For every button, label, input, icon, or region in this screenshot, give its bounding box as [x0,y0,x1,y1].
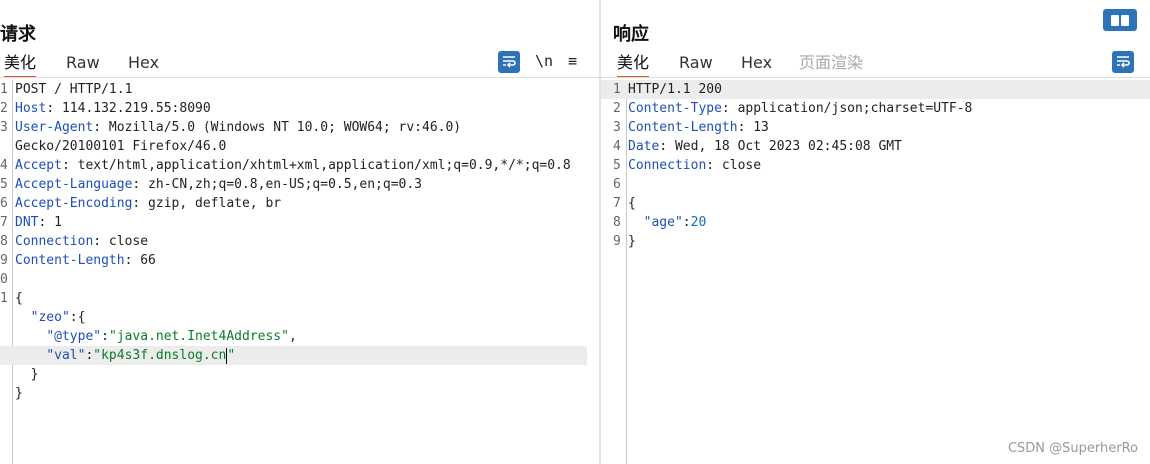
code-line: } [15,386,23,401]
request-tab-border [0,77,599,78]
code-line-current: "val":"kp4s3f.dnslog.cn" [0,346,587,365]
code-line: "@type":"java.net.Inet4Address", [46,329,297,344]
wrap-icon[interactable] [1112,51,1134,73]
code-line: 4 Accept: text/html,application/xhtml+xml… [0,158,571,173]
tab-response-render[interactable]: 页面渲染 [799,50,863,76]
code-line-current: 1 HTTP/1.1 200 [601,80,1150,99]
response-tab-border [601,77,1150,78]
code-line: 0 [0,272,8,287]
code-line: 3 Content-Length: 13 [613,120,769,135]
tab-response-hex[interactable]: Hex [741,50,772,76]
code-line: Gecko/20100101 Firefox/46.0 [15,139,227,154]
code-line: 9 Content-Length: 66 [0,253,156,268]
code-line: 1{ [0,291,23,306]
split-layout-icon[interactable] [1103,9,1137,31]
code-line: 7{ [613,196,636,211]
tab-response-pretty[interactable]: 美化 [617,50,650,78]
code-line: 6 Accept-Encoding: gzip, deflate, br [0,196,282,211]
tab-request-pretty[interactable]: 美化 [4,50,37,78]
code-line: 8 Connection: close [0,234,149,249]
response-editor[interactable]: 1 HTTP/1.1 200 2 Content-Type: application… [601,80,1150,464]
code-line: 9} [613,234,636,249]
request-title: 请求 [0,24,36,45]
code-line: 5 Accept-Language: zh-CN,zh;q=0.8,en-US;q… [0,177,422,192]
code-line: 1 POST / HTTP/1.1 [0,82,133,97]
newline-icon[interactable]: \n [535,52,553,70]
wrap-icon[interactable] [498,51,520,73]
watermark: CSDN @SuperherRo [1007,441,1138,456]
code-line: } [30,367,39,382]
code-line: 6 [613,177,621,192]
menu-icon[interactable]: ≡ [568,52,577,70]
code-line: 7 DNT: 1 [0,215,62,230]
code-line: 3 User-Agent: Mozilla/5.0 (Windows NT 10.… [0,120,462,135]
response-title: 响应 [613,24,649,45]
code-line: 4 Date: Wed, 18 Oct 2023 02:45:08 GMT [613,139,902,154]
tab-request-hex[interactable]: Hex [128,50,159,76]
code-line: 2 Host: 114.132.219.55:8090 [0,101,211,116]
tab-request-raw[interactable]: Raw [66,50,100,76]
code-line: 2 Content-Type: application/json;charset=… [613,101,973,116]
request-editor[interactable]: 1 POST / HTTP/1.1 2 Host: 114.132.219.55:8… [0,80,599,464]
code-line: 5 Connection: close [613,158,762,173]
code-line: "zeo":{ [30,310,86,325]
response-pane: 响应 美化 Raw Hex 页面渲染 1 HTTP/1.1 200 2 Conten… [601,0,1150,464]
request-pane: 请求 美化 Raw Hex \n ≡ 1 POST / HTTP/1.1 2 Hos… [0,0,599,464]
code-line: 8 "age":20 [613,215,707,230]
tab-response-raw[interactable]: Raw [679,50,713,76]
